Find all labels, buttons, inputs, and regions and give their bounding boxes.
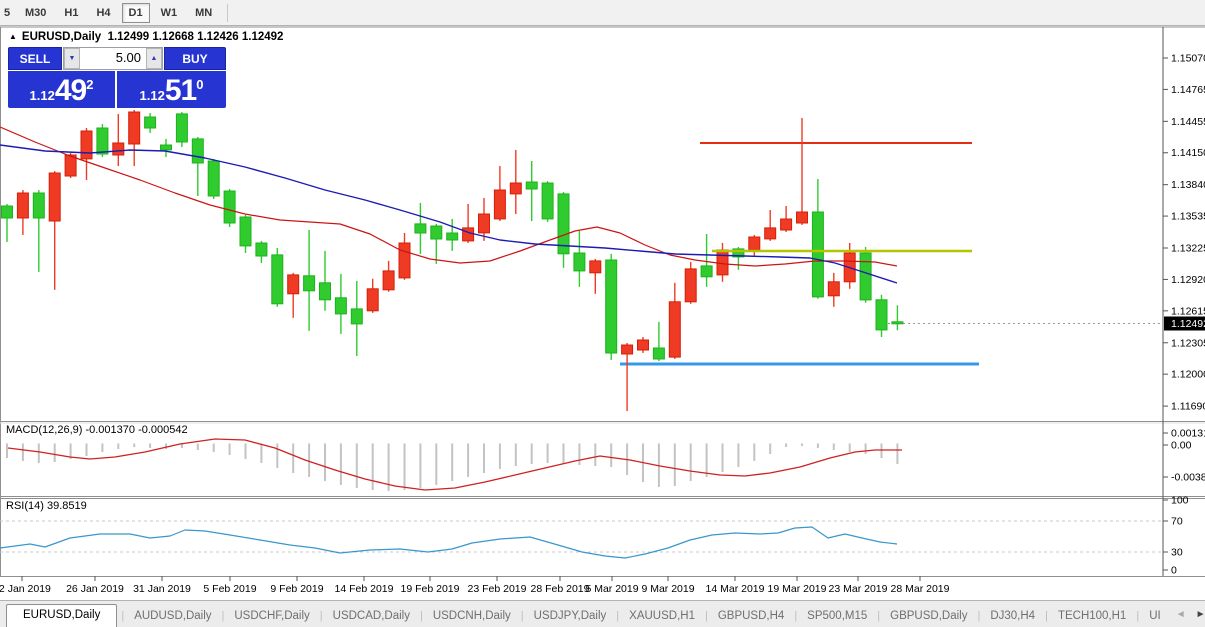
svg-text:100: 100: [1171, 495, 1189, 507]
svg-text:9 Mar 2019: 9 Mar 2019: [641, 583, 694, 595]
svg-text:28 Feb 2019: 28 Feb 2019: [531, 583, 590, 595]
svg-text:23 Mar 2019: 23 Mar 2019: [829, 583, 888, 595]
volume-decrease-icon[interactable]: ▼: [64, 48, 80, 69]
svg-text:1.11690: 1.11690: [1171, 401, 1205, 413]
sell-button[interactable]: SELL: [8, 47, 62, 70]
tab-scroll-arrows: ◄ ►: [1171, 601, 1205, 627]
svg-text:0: 0: [1171, 565, 1177, 577]
svg-text:23 Feb 2019: 23 Feb 2019: [468, 583, 527, 595]
sell-price-prefix: 1.12: [29, 88, 55, 103]
svg-text:14 Mar 2019: 14 Mar 2019: [706, 583, 765, 595]
svg-text:28 Mar 2019: 28 Mar 2019: [891, 583, 950, 595]
svg-text:70: 70: [1171, 516, 1183, 528]
tab-tech100-h1[interactable]: TECH100,H1: [1048, 606, 1136, 627]
svg-text:1.14765: 1.14765: [1171, 84, 1205, 96]
tab-ui[interactable]: UI: [1139, 606, 1171, 627]
svg-text:1.12000: 1.12000: [1171, 369, 1205, 381]
chart-ohlc-values: 1.12499 1.12668 1.12426 1.12492: [107, 31, 284, 43]
tab-scroll-right-icon[interactable]: ►: [1191, 609, 1205, 620]
svg-text:19 Feb 2019: 19 Feb 2019: [401, 583, 460, 595]
one-click-trade-panel: SELL ▼ 5.00 ▲ BUY 1.12 49 2 1.12 51 0: [8, 47, 226, 108]
buy-price-pip: 0: [196, 77, 204, 92]
rsi-label: RSI(14) 39.8519: [6, 500, 87, 512]
tab-usdcad-daily[interactable]: USDCAD,Daily: [323, 606, 420, 627]
svg-text:1.12305: 1.12305: [1171, 337, 1205, 349]
tab-gbpusd-daily[interactable]: GBPUSD,Daily: [880, 606, 977, 627]
svg-text:5 Feb 2019: 5 Feb 2019: [203, 583, 256, 595]
svg-text:26 Jan 2019: 26 Jan 2019: [66, 583, 124, 595]
svg-text:1.15070: 1.15070: [1171, 53, 1205, 65]
svg-text:14 Feb 2019: 14 Feb 2019: [335, 583, 394, 595]
svg-text:19 Mar 2019: 19 Mar 2019: [768, 583, 827, 595]
sell-price-pip: 2: [86, 77, 94, 92]
sell-price-main: 49: [54, 74, 87, 107]
buy-price-main: 51: [164, 74, 197, 107]
volume-input[interactable]: 5.00: [80, 48, 146, 69]
tab-eurusd-daily[interactable]: EURUSD,Daily: [6, 604, 118, 627]
svg-text:1.12492: 1.12492: [1171, 318, 1205, 330]
tab-scroll-left-icon[interactable]: ◄: [1171, 609, 1191, 620]
svg-text:31 Jan 2019: 31 Jan 2019: [133, 583, 191, 595]
current-price-tag: 1.12492: [1164, 316, 1205, 331]
chart-symbol-label: EURUSD,Daily: [21, 31, 102, 43]
buy-price-prefix: 1.12: [139, 88, 165, 103]
tab-gbpusd-h4[interactable]: GBPUSD,H4: [708, 606, 794, 627]
buy-button[interactable]: BUY: [164, 47, 226, 70]
svg-text:5 Mar 2019: 5 Mar 2019: [585, 583, 638, 595]
svg-text:9 Feb 2019: 9 Feb 2019: [270, 583, 323, 595]
svg-text:1.14455: 1.14455: [1171, 116, 1205, 128]
svg-text:0.0013137: 0.0013137: [1171, 428, 1205, 440]
svg-text:-0.00386: -0.00386: [1171, 472, 1205, 484]
sell-quote-button[interactable]: 1.12 49 2: [8, 71, 115, 108]
tab-dj30-h4[interactable]: DJ30,H4: [980, 606, 1045, 627]
svg-text:1.13535: 1.13535: [1171, 211, 1205, 223]
svg-text:22 Jan 2019: 22 Jan 2019: [0, 583, 51, 595]
tab-xauusd-h1[interactable]: XAUUSD,H1: [619, 606, 705, 627]
svg-text:1.13840: 1.13840: [1171, 179, 1205, 191]
collapse-chart-icon[interactable]: ▲: [9, 32, 17, 41]
tab-usdcnh-daily[interactable]: USDCNH,Daily: [423, 606, 521, 627]
mt4-window: 5M30H1H4D1W1MN 1.150701.147651.144551.14…: [0, 0, 1205, 627]
chart-title: ▲ EURUSD,Daily 1.12499 1.12668 1.12426 1.…: [9, 31, 283, 43]
svg-text:0.00: 0.00: [1171, 440, 1192, 452]
svg-text:30: 30: [1171, 547, 1183, 559]
svg-text:1.12920: 1.12920: [1171, 274, 1205, 286]
svg-text:1.14150: 1.14150: [1171, 147, 1205, 159]
tab-usdchf-daily[interactable]: USDCHF,Daily: [224, 606, 319, 627]
svg-text:1.12615: 1.12615: [1171, 305, 1205, 317]
tab-audusd-daily[interactable]: AUDUSD,Daily: [124, 606, 221, 627]
tab-sp500-m15[interactable]: SP500,M15: [797, 606, 877, 627]
symbol-tab-bar: EURUSD,Daily | AUDUSD,Daily | USDCHF,Daily | U…: [0, 600, 1205, 627]
svg-text:1.13225: 1.13225: [1171, 243, 1205, 255]
volume-spinner: ▼ 5.00 ▲: [63, 47, 163, 70]
volume-increase-icon[interactable]: ▲: [146, 48, 162, 69]
buy-quote-button[interactable]: 1.12 51 0: [117, 71, 226, 108]
macd-label: MACD(12,26,9) -0.001370 -0.000542: [6, 424, 188, 436]
tab-usdjpy-daily[interactable]: USDJPY,Daily: [524, 606, 617, 627]
